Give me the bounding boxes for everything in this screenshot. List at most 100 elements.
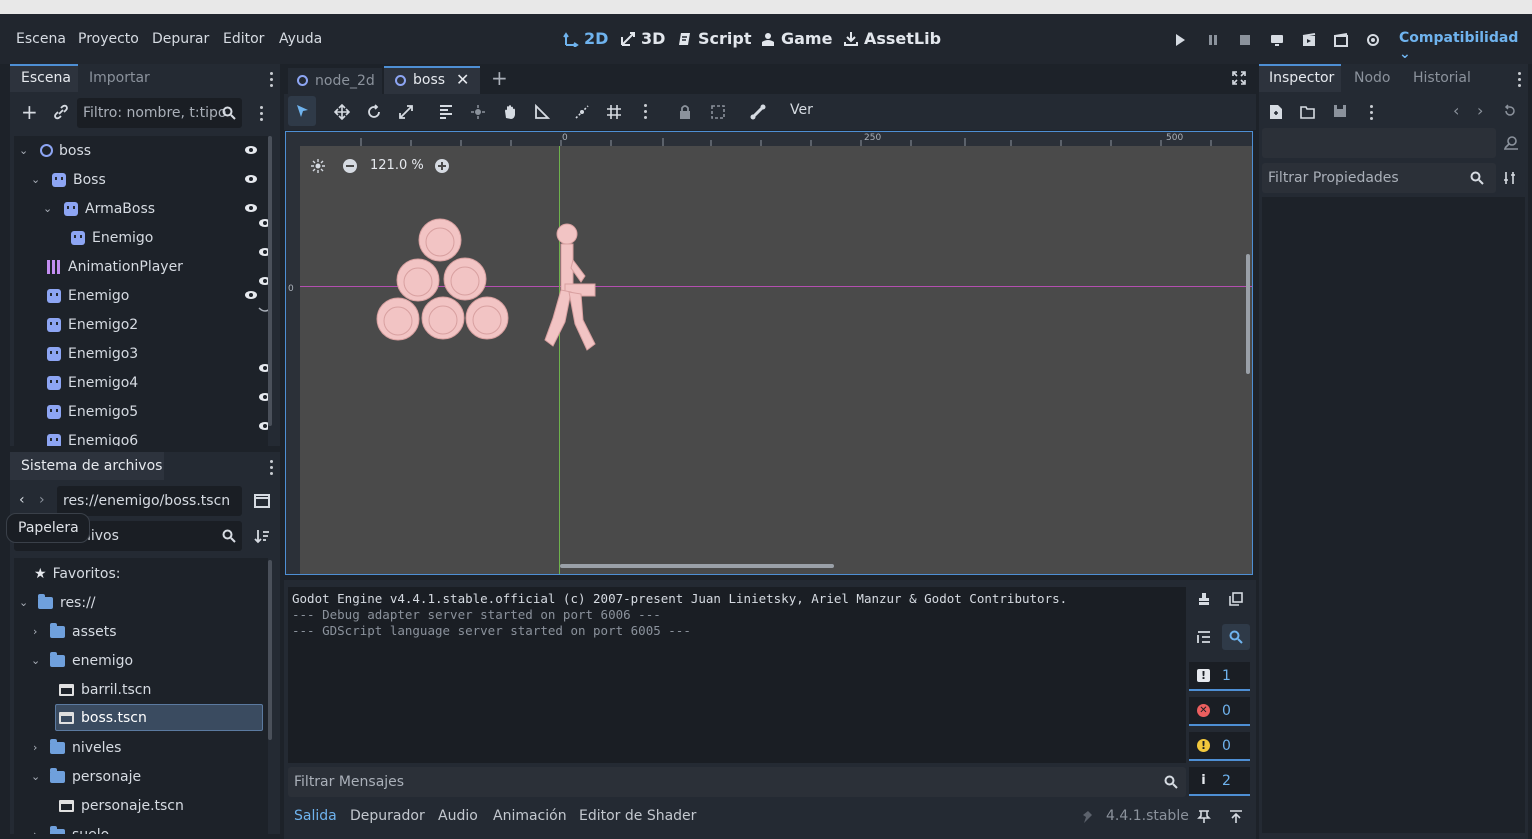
inspector-dock-menu-icon[interactable] xyxy=(1518,72,1522,90)
recent-history-icon[interactable] xyxy=(1503,104,1517,118)
move-tool-icon[interactable] xyxy=(334,104,350,120)
chevron-right-icon[interactable]: › xyxy=(33,741,45,754)
tree-node-enemigo5[interactable]: Enemigo5 xyxy=(14,397,268,426)
scene-dock-menu-icon[interactable] xyxy=(270,72,274,90)
folder-enemigo[interactable]: ⌄ enemigo xyxy=(14,646,268,675)
filter-properties-input[interactable]: Filtrar Propiedades xyxy=(1262,163,1496,193)
visibility-eye-icon[interactable] xyxy=(258,363,268,373)
tab-salida[interactable]: Salida xyxy=(294,808,337,824)
filesystem-dock-menu-icon[interactable] xyxy=(270,460,274,478)
filesystem-path-input[interactable]: res://enemigo/boss.tscn xyxy=(57,486,242,516)
vertical-scrollbar[interactable] xyxy=(1246,254,1250,374)
chevron-right-icon[interactable]: › xyxy=(33,828,45,834)
chevron-down-icon[interactable]: ⌄ xyxy=(31,173,43,186)
visibility-hidden-icon[interactable] xyxy=(258,305,268,315)
history-forward-icon[interactable]: › xyxy=(1477,101,1483,120)
visibility-eye-icon[interactable] xyxy=(258,247,268,257)
filesystem-scrollbar[interactable] xyxy=(268,560,272,740)
zoom-out-icon[interactable] xyxy=(343,159,357,173)
stop-button[interactable] xyxy=(1235,30,1255,50)
favorites-item[interactable]: ★ Favoritos: xyxy=(14,559,268,588)
boss-character-sprite[interactable] xyxy=(541,220,601,352)
filter-messages-input[interactable]: Filtrar Mensajes xyxy=(288,767,1186,797)
center-view-icon[interactable] xyxy=(311,159,325,173)
tree-node-enemigo[interactable]: Enemigo xyxy=(14,281,268,310)
filter-search-toggle[interactable] xyxy=(1222,624,1250,650)
pin-icon[interactable] xyxy=(1197,810,1211,824)
visibility-eye-icon[interactable] xyxy=(258,218,268,228)
folder-res[interactable]: ⌄ res:// xyxy=(14,588,268,617)
menu-depurar[interactable]: Depurar xyxy=(152,31,209,47)
rotate-tool-icon[interactable] xyxy=(366,104,382,120)
tree-node-armaboss[interactable]: ⌄ ArmaBoss xyxy=(14,194,268,223)
tree-node-boss[interactable]: ⌄ boss xyxy=(14,136,268,165)
property-tools-icon[interactable] xyxy=(1503,171,1517,185)
output-log[interactable]: Godot Engine v4.4.1.stable.official (c) … xyxy=(288,587,1186,763)
visibility-eye-icon[interactable] xyxy=(258,392,268,402)
folder-assets[interactable]: › assets xyxy=(14,617,268,646)
play-button[interactable] xyxy=(1170,30,1190,50)
pivot-tool-icon[interactable] xyxy=(470,104,486,120)
chevron-right-icon[interactable]: › xyxy=(33,625,45,638)
forward-arrow-icon[interactable]: › xyxy=(39,492,45,508)
pause-button[interactable] xyxy=(1203,30,1223,50)
select-tool-button[interactable] xyxy=(288,96,316,126)
close-icon[interactable]: ✕ xyxy=(456,70,469,89)
tab-importar[interactable]: Importar xyxy=(89,70,150,86)
tab-inspector[interactable]: Inspector xyxy=(1269,70,1334,86)
menu-ayuda[interactable]: Ayuda xyxy=(279,31,322,47)
fullscreen-icon[interactable] xyxy=(1232,71,1246,85)
tab-animacion[interactable]: Animación xyxy=(493,808,567,824)
scene-tree-scrollbar[interactable] xyxy=(268,136,272,426)
smart-snap-icon[interactable] xyxy=(574,104,590,120)
object-selector[interactable] xyxy=(1262,128,1496,158)
file-barril[interactable]: barril.tscn xyxy=(14,675,268,704)
tree-node-enemigo4[interactable]: Enemigo4 xyxy=(14,368,268,397)
visibility-eye-icon[interactable] xyxy=(244,145,258,155)
chevron-down-icon[interactable]: ⌄ xyxy=(19,596,31,609)
menu-escena[interactable]: Escena xyxy=(16,31,66,47)
visibility-eye-icon[interactable] xyxy=(258,276,268,286)
zoom-level[interactable]: 121.0 % xyxy=(370,158,424,173)
messages-counter[interactable]: ! 1 xyxy=(1189,662,1250,691)
scene-filter-menu-icon[interactable] xyxy=(260,106,264,124)
menu-proyecto[interactable]: Proyecto xyxy=(78,31,139,47)
split-view-icon[interactable] xyxy=(254,493,270,509)
barrels-sprite[interactable] xyxy=(376,218,516,342)
list-select-icon[interactable] xyxy=(438,104,454,120)
visibility-eye-icon[interactable] xyxy=(244,174,258,184)
remote-debug-button[interactable] xyxy=(1267,30,1287,50)
visibility-eye-icon[interactable] xyxy=(244,203,258,213)
tree-node-enemigo-nested[interactable]: Enemigo xyxy=(14,223,268,252)
workspace-script-button[interactable]: Script xyxy=(677,29,751,48)
workspace-game-button[interactable]: Game xyxy=(760,29,832,48)
object-search-icon[interactable] xyxy=(1503,136,1519,150)
tab-editor-shader[interactable]: Editor de Shader xyxy=(579,808,696,824)
zoom-in-icon[interactable] xyxy=(435,159,449,173)
warnings-counter[interactable]: ! 0 xyxy=(1189,732,1250,761)
back-arrow-icon[interactable]: ‹ xyxy=(19,492,25,508)
lock-icon[interactable] xyxy=(678,104,692,120)
renderer-select[interactable]: Compatibilidad ⌄ xyxy=(1399,30,1532,62)
folder-suelo[interactable]: › suelo xyxy=(14,820,268,834)
tab-node2d[interactable]: node_2d xyxy=(288,68,382,94)
play-scene-button[interactable] xyxy=(1299,30,1319,50)
expand-panel-icon[interactable] xyxy=(1229,810,1243,824)
pan-tool-icon[interactable] xyxy=(502,104,518,120)
folder-personaje[interactable]: ⌄ personaje xyxy=(14,762,268,791)
chevron-down-icon[interactable]: ⌄ xyxy=(43,202,55,215)
horizontal-scrollbar[interactable] xyxy=(560,564,834,568)
tab-escena[interactable]: Escena xyxy=(21,70,71,86)
copy-icon[interactable] xyxy=(1229,592,1243,606)
file-boss-selected[interactable]: boss.tscn xyxy=(55,704,263,731)
sort-icon[interactable] xyxy=(254,528,270,544)
workspace-2d-button[interactable]: 2D xyxy=(563,29,608,48)
new-resource-icon[interactable] xyxy=(1269,104,1283,120)
tree-node-enemigo6[interactable]: Enemigo6 xyxy=(14,426,268,446)
add-node-icon[interactable]: + xyxy=(21,102,38,122)
visibility-eye-icon[interactable] xyxy=(258,421,268,431)
scene-filter-input[interactable]: Filtro: nombre, t:tipo xyxy=(77,98,242,128)
ruler-tool-icon[interactable] xyxy=(534,104,550,120)
chevron-down-icon[interactable]: ⌄ xyxy=(31,654,43,667)
tab-boss[interactable]: boss ✕ xyxy=(384,66,480,94)
